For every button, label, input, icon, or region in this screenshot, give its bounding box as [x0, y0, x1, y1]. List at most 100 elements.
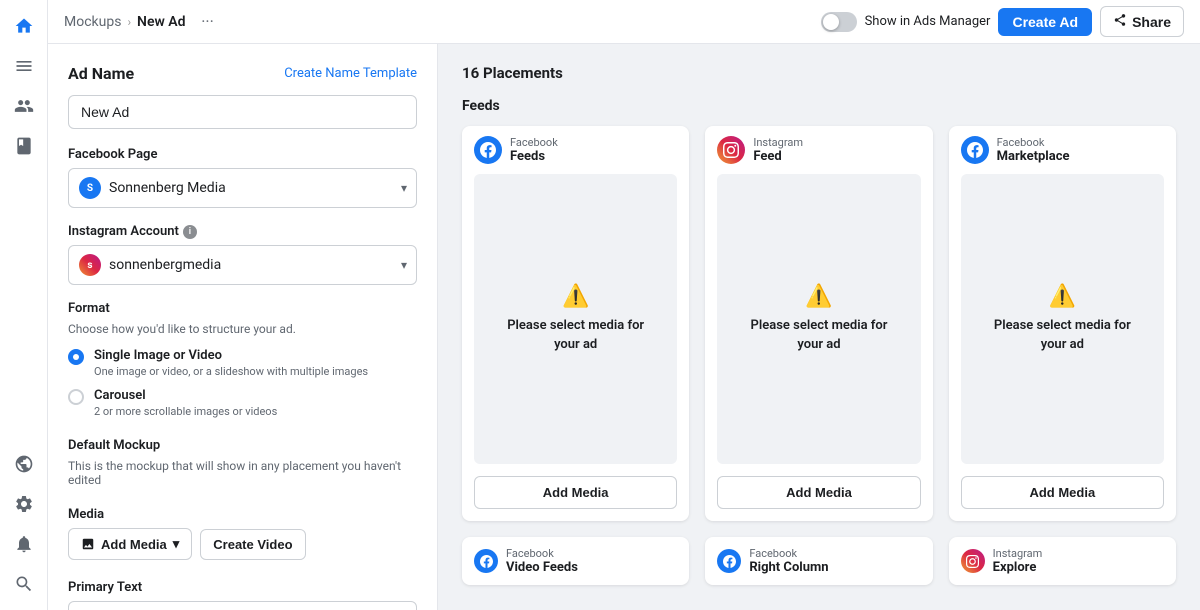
placement-card-facebook-right-column: Facebook Right Column — [705, 537, 932, 585]
top-bar: Mockups › New Ad ··· Show in Ads Manager… — [48, 0, 1200, 44]
facebook-page-label: Facebook Page — [68, 147, 417, 162]
share-icon — [1113, 13, 1127, 30]
facebook-page-display[interactable]: S Sonnenberg Media — [68, 168, 417, 208]
media-label: Media — [68, 507, 417, 522]
facebook-right-column-icon — [717, 549, 741, 573]
placement-header-facebook-feeds: Facebook Feeds — [462, 126, 689, 174]
create-name-template-link[interactable]: Create Name Template — [284, 66, 417, 81]
primary-text-section: Primary Text — [68, 580, 417, 610]
nav-people-icon[interactable] — [6, 88, 42, 124]
placement-preview-instagram-feed: ⚠️ Please select media for your ad — [717, 174, 920, 464]
primary-text-input[interactable] — [68, 601, 417, 610]
facebook-video-feeds-icon — [474, 549, 498, 573]
carousel-option-text: Carousel 2 or more scrollable images or … — [94, 388, 277, 418]
format-carousel-option[interactable]: Carousel 2 or more scrollable images or … — [68, 388, 417, 418]
add-media-card-button-instagram-feed[interactable]: Add Media — [717, 476, 920, 509]
instagram-account-select[interactable]: s sonnenbergmedia ▾ — [68, 245, 417, 285]
bottom-placements-row: Facebook Video Feeds Facebook Right Colu… — [462, 537, 1176, 585]
facebook-marketplace-platform-icon — [961, 136, 989, 164]
left-navigation — [0, 0, 48, 610]
warning-icon-instagram: ⚠️ — [805, 284, 832, 309]
breadcrumb-current: New Ad — [137, 14, 185, 30]
breadcrumb: Mockups › New Ad — [64, 14, 186, 30]
warning-icon: ⚠️ — [562, 284, 589, 309]
default-mockup-description: This is the mockup that will show in any… — [68, 459, 417, 487]
placement-header-instagram-feed: Instagram Feed — [705, 126, 932, 174]
preview-message-facebook-marketplace: Please select media for your ad — [981, 317, 1144, 353]
facebook-marketplace-info: Facebook Marketplace — [997, 136, 1070, 164]
format-label: Format — [68, 301, 417, 316]
single-image-radio[interactable] — [68, 349, 84, 365]
instagram-account-label: Instagram Account i — [68, 224, 417, 239]
left-panel: Ad Name Create Name Template Facebook Pa… — [48, 44, 438, 610]
instagram-feed-platform-icon — [717, 136, 745, 164]
placement-header-facebook-marketplace: Facebook Marketplace — [949, 126, 1176, 174]
facebook-video-feeds-info: Facebook Video Feeds — [506, 547, 578, 575]
format-single-image-option[interactable]: Single Image or Video One image or video… — [68, 348, 417, 378]
breadcrumb-mockups[interactable]: Mockups — [64, 14, 121, 30]
format-section: Format Choose how you'd like to structur… — [68, 301, 417, 418]
facebook-right-column-info: Facebook Right Column — [749, 547, 828, 575]
nav-bell-icon[interactable] — [6, 526, 42, 562]
carousel-radio[interactable] — [68, 389, 84, 405]
nav-globe-icon[interactable] — [6, 446, 42, 482]
instagram-account-icon: s — [79, 254, 101, 276]
show-in-ads-manager-label: Show in Ads Manager — [865, 14, 991, 29]
add-media-card-button-facebook-feeds[interactable]: Add Media — [474, 476, 677, 509]
add-media-card-button-facebook-marketplace[interactable]: Add Media — [961, 476, 1164, 509]
share-button[interactable]: Share — [1100, 6, 1184, 37]
right-panel: 16 Placements Feeds Facebook Feeds — [438, 44, 1200, 610]
instagram-explore-info: Instagram Explore — [993, 547, 1043, 575]
instagram-feed-info: Instagram Feed — [753, 136, 803, 164]
preview-message-instagram-feed: Please select media for your ad — [737, 317, 900, 353]
placements-title: 16 Placements — [462, 64, 1176, 82]
facebook-page-select[interactable]: S Sonnenberg Media ▾ — [68, 168, 417, 208]
nav-gear-icon[interactable] — [6, 486, 42, 522]
instagram-account-value: sonnenbergmedia — [109, 257, 221, 273]
placement-card-instagram-feed: Instagram Feed ⚠️ Please select media fo… — [705, 126, 932, 521]
ad-name-header: Ad Name Create Name Template — [68, 64, 417, 83]
primary-text-label: Primary Text — [68, 580, 417, 595]
nav-menu-icon[interactable] — [6, 48, 42, 84]
placement-card-facebook-marketplace: Facebook Marketplace ⚠️ Please select me… — [949, 126, 1176, 521]
instagram-explore-icon — [961, 549, 985, 573]
add-media-chevron-icon: ▾ — [173, 536, 180, 552]
media-controls: Add Media ▾ Create Video — [68, 528, 417, 560]
media-section: Media Add Media ▾ Create Video — [68, 507, 417, 560]
create-video-button[interactable]: Create Video — [200, 529, 305, 560]
main-container: Mockups › New Ad ··· Show in Ads Manager… — [48, 0, 1200, 610]
share-label: Share — [1132, 14, 1171, 30]
instagram-info-icon[interactable]: i — [183, 225, 197, 239]
default-mockup-section: Default Mockup This is the mockup that w… — [68, 438, 417, 487]
add-media-label: Add Media — [101, 537, 167, 552]
add-media-button[interactable]: Add Media ▾ — [68, 528, 192, 560]
show-in-ads-manager-toggle-container: Show in Ads Manager — [821, 12, 991, 32]
breadcrumb-separator: › — [127, 15, 131, 29]
default-mockup-title: Default Mockup — [68, 438, 417, 453]
placement-card-facebook-video-feeds: Facebook Video Feeds — [462, 537, 689, 585]
single-image-option-text: Single Image or Video One image or video… — [94, 348, 368, 378]
facebook-feeds-platform-icon — [474, 136, 502, 164]
nav-search-icon[interactable] — [6, 566, 42, 602]
image-icon — [81, 537, 95, 551]
warning-icon-marketplace: ⚠️ — [1049, 284, 1076, 309]
show-in-ads-manager-toggle[interactable] — [821, 12, 857, 32]
ad-name-input[interactable] — [68, 95, 417, 129]
ad-name-title: Ad Name — [68, 64, 134, 83]
placement-preview-facebook-feeds: ⚠️ Please select media for your ad — [474, 174, 677, 464]
nav-home-icon[interactable] — [6, 8, 42, 44]
placement-card-facebook-feeds: Facebook Feeds ⚠️ Please select media fo… — [462, 126, 689, 521]
toggle-knob — [823, 14, 839, 30]
preview-message-facebook-feeds: Please select media for your ad — [494, 317, 657, 353]
feeds-section: Feeds Facebook Feeds — [462, 98, 1176, 585]
facebook-feeds-info: Facebook Feeds — [510, 136, 558, 164]
placement-preview-facebook-marketplace: ⚠️ Please select media for your ad — [961, 174, 1164, 464]
feeds-title: Feeds — [462, 98, 1176, 114]
facebook-page-icon: S — [79, 177, 101, 199]
instagram-account-display[interactable]: s sonnenbergmedia — [68, 245, 417, 285]
nav-book-icon[interactable] — [6, 128, 42, 164]
format-description: Choose how you'd like to structure your … — [68, 322, 417, 336]
more-options-button[interactable]: ··· — [194, 8, 222, 36]
create-ad-button[interactable]: Create Ad — [998, 8, 1092, 36]
placement-card-instagram-explore: Instagram Explore — [949, 537, 1176, 585]
